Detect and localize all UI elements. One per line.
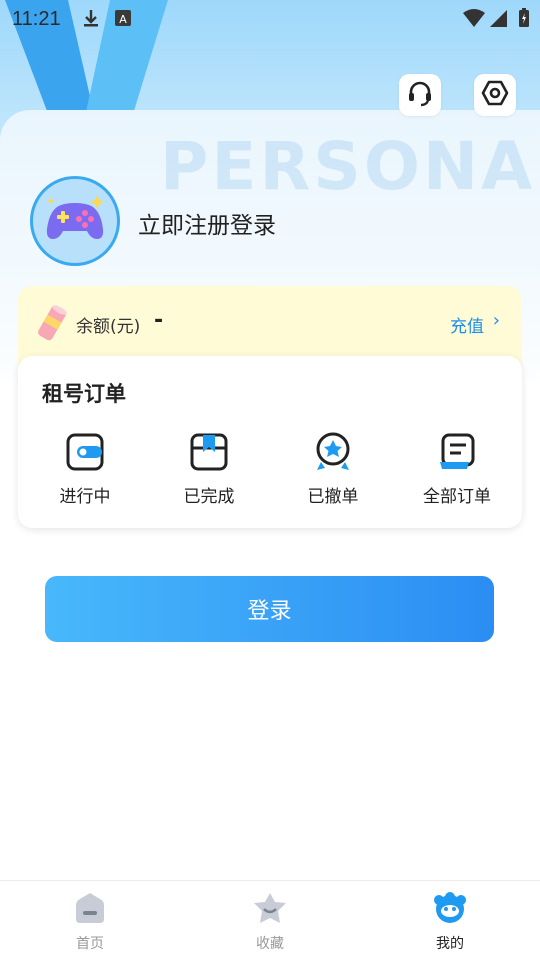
money-roll-icon xyxy=(36,304,68,346)
tab-favorites[interactable]: 收藏 xyxy=(210,891,330,953)
balance-value: - xyxy=(154,308,164,333)
battery-icon xyxy=(518,8,530,32)
login-button[interactable]: 登录 xyxy=(45,576,494,642)
svg-text:A: A xyxy=(119,13,127,26)
status-time: 11:21 xyxy=(12,8,61,30)
all-orders-icon xyxy=(395,432,519,476)
hexagon-settings-icon xyxy=(481,79,509,111)
tab-label: 收藏 xyxy=(256,936,284,952)
headset-icon xyxy=(406,79,434,111)
home-icon xyxy=(30,891,150,929)
download-icon xyxy=(82,8,100,32)
profile-icon xyxy=(390,891,510,929)
order-status-label: 已撤单 xyxy=(307,487,359,507)
completed-icon xyxy=(147,432,271,476)
wifi-icon xyxy=(462,8,486,32)
status-bar: 11:21 A xyxy=(0,0,540,36)
order-status-in-progress[interactable]: 进行中 xyxy=(23,432,147,512)
gamepad-icon xyxy=(43,191,107,251)
tab-home[interactable]: 首页 xyxy=(30,891,150,953)
order-status-cancelled[interactable]: 已撤单 xyxy=(271,432,395,512)
signal-icon xyxy=(488,8,508,32)
balance-label: 余额(元) xyxy=(76,317,141,337)
order-status-all[interactable]: 全部订单 xyxy=(395,432,519,512)
order-status-label: 已完成 xyxy=(183,487,235,507)
a-icon: A xyxy=(114,8,132,32)
settings-button[interactable] xyxy=(474,74,516,116)
cancelled-icon xyxy=(271,432,395,476)
favorite-icon xyxy=(210,891,330,929)
order-status-completed[interactable]: 已完成 xyxy=(147,432,271,512)
bottom-tab-bar: 首页 收藏 我的 xyxy=(0,880,540,960)
avatar[interactable] xyxy=(30,176,120,266)
recharge-link[interactable]: 充值 xyxy=(450,312,484,337)
rental-orders-card: 租号订单 进行中 已完成 已撤单 全部订单 xyxy=(18,356,522,528)
tab-mine[interactable]: 我的 xyxy=(390,891,510,953)
chevron-right-icon[interactable]: › xyxy=(493,310,500,331)
order-status-label: 进行中 xyxy=(59,487,111,507)
tab-label: 我的 xyxy=(436,936,464,952)
order-status-label: 全部订单 xyxy=(423,487,491,507)
register-login-link[interactable]: 立即注册登录 xyxy=(138,206,276,240)
in-progress-icon xyxy=(23,432,147,476)
watermark-text: PERSONAL xyxy=(160,128,540,205)
tab-label: 首页 xyxy=(76,936,104,952)
customer-service-button[interactable] xyxy=(399,74,441,116)
orders-title: 租号订单 xyxy=(42,382,126,406)
